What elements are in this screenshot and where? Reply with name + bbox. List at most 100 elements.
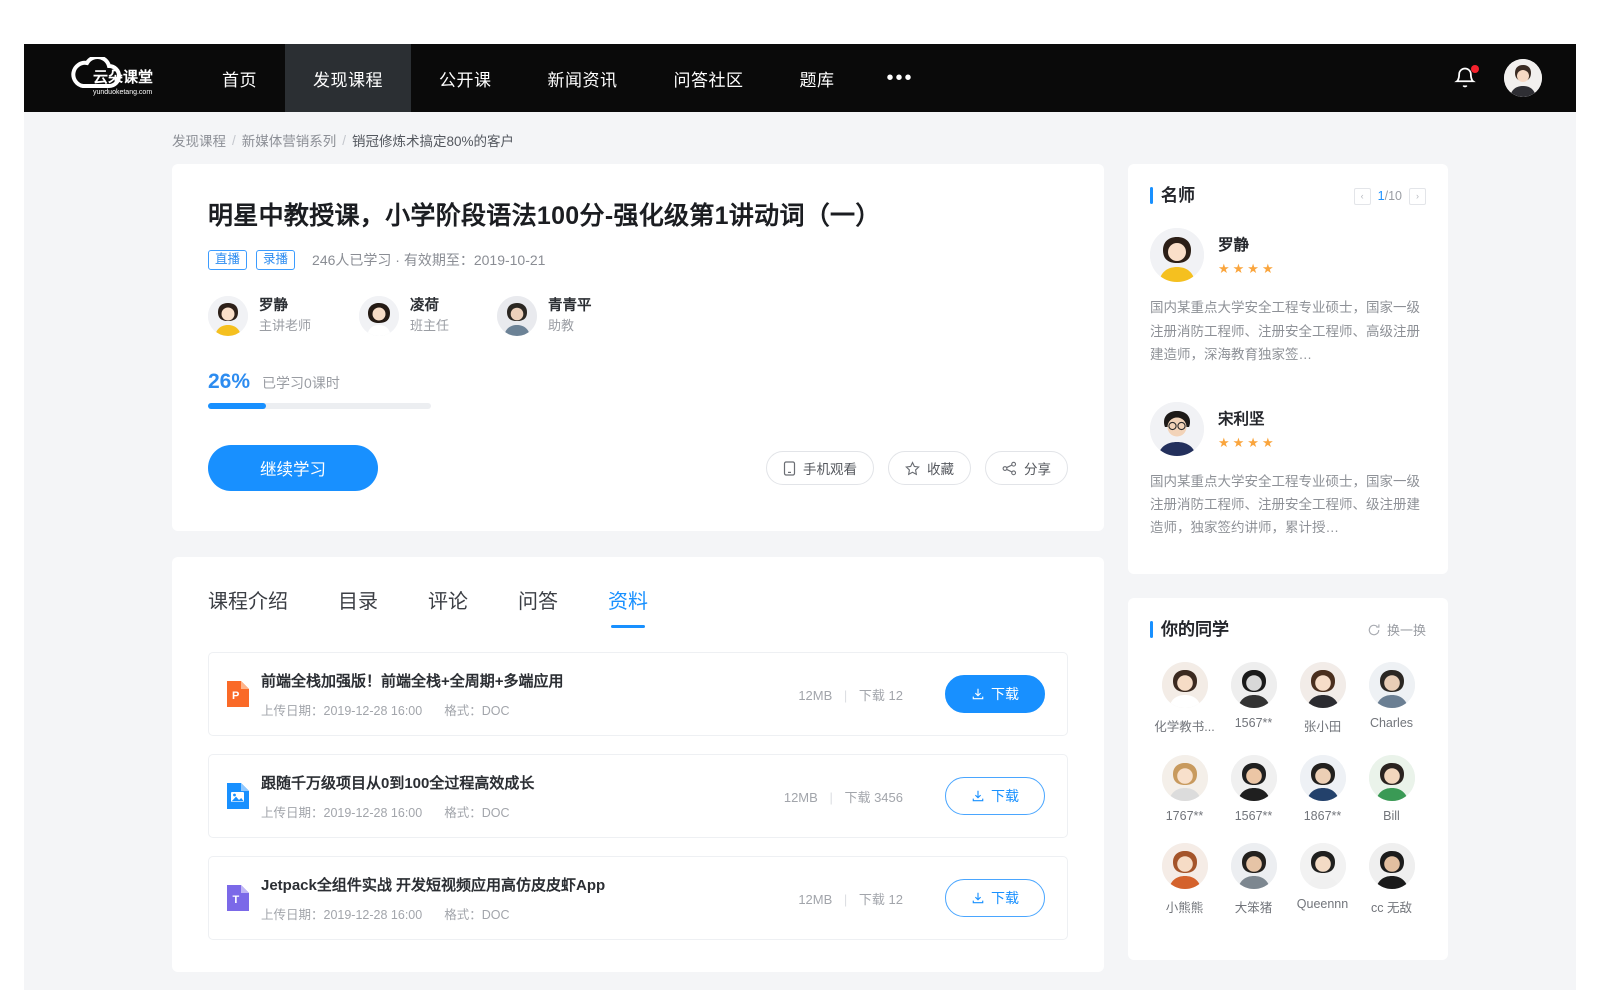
classmate-item[interactable]: 化学教书... [1150,662,1219,735]
classmate-avatar [1300,755,1346,801]
resource-row[interactable]: 跟随千万级项目从0到100全过程高效成长 上传日期：2019-12-28 16:… [208,754,1068,838]
avatar-image [1231,662,1277,708]
classmate-item[interactable]: 1567** [1219,755,1288,823]
resource-row[interactable]: T Jetpack全组件实战 开发短视频应用高仿皮皮虾App 上传日期：2019… [208,856,1068,940]
nav-item-label: 题库 [800,66,835,91]
notifications-button[interactable] [1452,65,1478,91]
teacher-name: 罗静 [1218,233,1277,255]
site-logo[interactable]: 云朵课堂 yunduoketang.com [24,44,194,112]
svg-text:yunduoketang.com: yunduoketang.com [93,89,152,96]
tag-live: 直播 [208,250,247,270]
resource-row[interactable]: P 前端全栈加强版！前端全栈+全周期+多端应用 上传日期：2019-12-28 … [208,652,1068,736]
classmate-item[interactable]: 大笨猪 [1219,843,1288,916]
classmate-name: 1767** [1150,809,1219,823]
download-button[interactable]: 下载 [945,777,1045,815]
pager-next-button[interactable]: › [1409,188,1426,205]
svg-text:T: T [233,894,240,906]
share-button[interactable]: 分享 [985,451,1068,485]
course-action-row: 继续学习 手机观看 [208,445,1068,491]
rating-stars: ★★★★ [1218,261,1277,277]
nav-item-open-class[interactable]: 公开课 [411,44,520,112]
favorite-button[interactable]: 收藏 [888,451,971,485]
tab-materials[interactable]: 资料 [608,585,648,628]
teacher-avatar [497,296,537,336]
progress-bar [208,403,431,409]
resource-title: 前端全栈加强版！前端全栈+全周期+多端应用 [261,670,798,691]
sidebar-teacher[interactable]: 罗静 ★★★★ 国内某重点大学安全工程专业硕士，国家一级注册消防工程师、注册安全… [1150,228,1426,366]
file-text-icon: T [227,885,249,911]
nav-item-question-bank[interactable]: 题库 [772,44,863,112]
resource-meta: 12MB | 下载 12 [798,685,903,704]
classmate-item[interactable]: 1867** [1288,755,1357,823]
classmate-item[interactable]: Queennn [1288,843,1357,916]
classmate-name: 张小田 [1288,716,1357,735]
classmate-item[interactable]: Bill [1357,755,1426,823]
teacher-name: 罗静 [259,296,311,317]
breadcrumb-separator: / [342,133,346,148]
top-navbar: 云朵课堂 yunduoketang.com 首页 发现课程 公开课 新闻资讯 问… [24,44,1576,112]
panel-divider [1150,376,1426,402]
sidebar-teacher[interactable]: 宋利坚 ★★★★ 国内某重点大学安全工程专业硕士，国家一级注册消防工程师、注册安… [1150,402,1426,540]
nav-item-label: 首页 [222,66,257,91]
download-button[interactable]: 下载 [945,879,1045,917]
avatar-image [1300,662,1346,708]
button-label: 下载 [991,786,1019,806]
file-image-icon [227,783,249,809]
teacher-entry[interactable]: 凌荷 班主任 [359,296,449,336]
teacher-avatar [359,296,399,336]
resource-size: 12MB [784,790,818,805]
course-hero-card: 明星中教授课，小学阶段语法100分-强化级第1讲动词（一） 直播 录播 246人… [172,164,1104,531]
panel-header: 你的同学 换一换 [1150,620,1426,640]
classmate-name: 1867** [1288,809,1357,823]
classmate-item[interactable]: 小熊熊 [1150,843,1219,916]
nav-item-discover-courses[interactable]: 发现课程 [285,44,411,112]
classmate-name: 化学教书... [1150,716,1219,735]
classmate-item[interactable]: 张小田 [1288,662,1357,735]
continue-learning-button[interactable]: 继续学习 [208,445,378,491]
classmate-item[interactable]: cc 无敌 [1357,843,1426,916]
mobile-watch-button[interactable]: 手机观看 [766,451,874,485]
refresh-label: 换一换 [1387,620,1426,639]
button-label: 收藏 [927,458,954,478]
classmate-avatar [1369,843,1415,889]
course-meta-text: 246人已学习 · 有效期至：2019-10-21 [312,250,545,270]
nav-items: 首页 发现课程 公开课 新闻资讯 问答社区 题库 ••• [194,44,938,112]
user-avatar[interactable] [1504,59,1542,97]
avatar-image [1162,843,1208,889]
breadcrumb-item-series[interactable]: 新媒体营销系列 [242,130,337,150]
refresh-classmates-button[interactable]: 换一换 [1367,620,1426,639]
pager-prev-button[interactable]: ‹ [1354,188,1371,205]
resource-upload-date: 上传日期：2019-12-28 16:00 [261,802,422,821]
classmate-item[interactable]: 1567** [1219,662,1288,735]
classmate-name: 1567** [1219,809,1288,823]
breadcrumb-separator: / [232,133,236,148]
teacher-entry[interactable]: 罗静 主讲老师 [208,296,311,336]
button-label: 手机观看 [803,458,857,478]
progress-bar-fill [208,403,266,409]
nav-more-button[interactable]: ••• [863,44,938,112]
nav-item-qa-community[interactable]: 问答社区 [646,44,772,112]
breadcrumb-item-discover[interactable]: 发现课程 [172,130,226,150]
avatar-image [1300,755,1346,801]
tab-label: 资料 [608,591,648,613]
teacher-avatar [1150,402,1204,456]
panel-title: 你的同学 [1150,620,1229,640]
tab-intro[interactable]: 课程介绍 [208,585,288,628]
course-meta-row: 直播 录播 246人已学习 · 有效期至：2019-10-21 [208,250,1068,270]
classmate-item[interactable]: 1767** [1150,755,1219,823]
resource-meta: 12MB | 下载 12 [798,889,903,908]
nav-item-home[interactable]: 首页 [194,44,285,112]
nav-item-label: 发现课程 [313,66,383,91]
tab-comments[interactable]: 评论 [428,585,468,628]
breadcrumb-item-current: 销冠修炼术搞定80%的客户 [352,130,514,150]
tab-qa[interactable]: 问答 [518,585,558,628]
download-button[interactable]: 下载 [945,675,1045,713]
teacher-avatar [1150,228,1204,282]
secondary-actions: 手机观看 收藏 [766,451,1068,485]
teacher-entry[interactable]: 青青平 助教 [497,296,592,336]
tab-catalog[interactable]: 目录 [338,585,378,628]
classmate-item[interactable]: Charles [1357,662,1426,735]
svg-text:P: P [232,690,239,702]
meta-divider: | [844,892,847,907]
nav-item-news[interactable]: 新闻资讯 [520,44,646,112]
